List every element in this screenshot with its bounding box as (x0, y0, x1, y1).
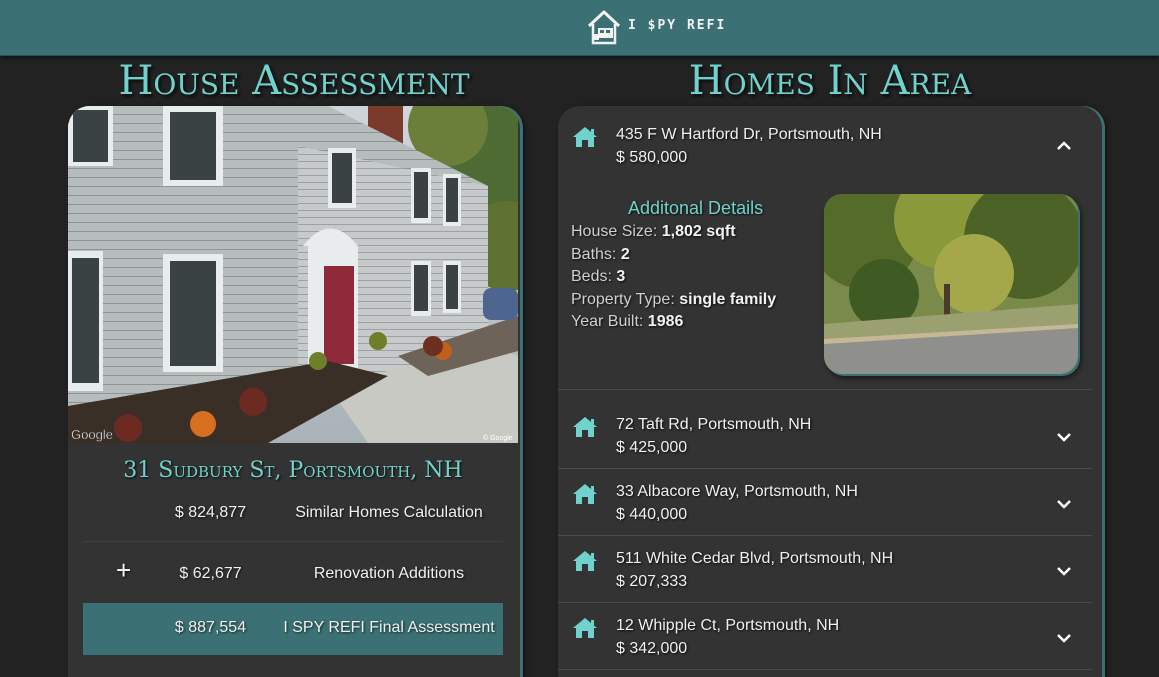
detail-year-built: Year Built: 1986 (571, 313, 684, 330)
home-icon (573, 551, 597, 571)
homes-in-area-card: 435 F W Hartford Dr, Portsmouth, NH $ 58… (558, 106, 1102, 677)
home-street-photo (824, 194, 1078, 374)
top-navbar: I $PY REFI (0, 0, 1159, 56)
final-assessment-amount: $ 887,554 (174, 619, 247, 636)
google-copyright: © Google (483, 434, 513, 442)
renovation-label: Renovation Additions (313, 565, 465, 582)
plus-icon: + (116, 555, 132, 585)
renovation-amount: $ 62,677 (179, 565, 242, 582)
divider (558, 389, 1092, 390)
additional-details-heading: Additonal Details (628, 198, 764, 218)
chevron-up-icon[interactable] (1055, 140, 1073, 152)
similar-homes-amount: $ 824,877 (174, 504, 247, 521)
home-accordion-item[interactable]: 12 Whipple Ct, Portsmouth, NH $ 342,000 (558, 603, 1092, 670)
home-icon (573, 618, 597, 638)
home-accordion-item[interactable]: 511 White Cedar Blvd, Portsmouth, NH $ 2… (558, 536, 1092, 603)
house-street-view-photo: Google © Google (68, 106, 518, 443)
final-assessment-row: $ 887,554 I SPY REFI Final Assessment (83, 603, 503, 655)
home-price: $ 440,000 (616, 506, 688, 523)
chevron-down-icon[interactable] (1055, 498, 1073, 510)
final-assessment-label: I SPY REFI Final Assessment (283, 619, 495, 636)
home-address: 435 F W Hartford Dr, Portsmouth, NH (616, 126, 882, 143)
detail-property-type: Property Type: single family (571, 291, 777, 308)
home-address: 33 Albacore Way, Portsmouth, NH (616, 483, 858, 500)
home-address: 12 Whipple Ct, Portsmouth, NH (616, 617, 840, 634)
brand-name: I $PY REFI (628, 18, 727, 33)
home-price: $ 580,000 (616, 149, 688, 166)
house-assessment-heading: House Assessment (118, 58, 470, 104)
home-address: 72 Taft Rd, Portsmouth, NH (616, 416, 812, 433)
home-accordion-header[interactable]: 435 F W Hartford Dr, Portsmouth, NH $ 58… (558, 106, 1092, 176)
chevron-down-icon[interactable] (1055, 632, 1073, 644)
google-attribution: Google (71, 427, 113, 442)
chevron-down-icon[interactable] (1055, 565, 1073, 577)
detail-baths: Baths: 2 (571, 246, 630, 263)
detail-beds: Beds: 3 (571, 268, 626, 285)
home-price: $ 207,333 (616, 573, 688, 590)
similar-homes-label: Similar Homes Calculation (295, 504, 483, 521)
similar-homes-row: $ 824,877 Similar Homes Calculation (83, 486, 503, 542)
home-price: $ 342,000 (616, 640, 688, 657)
renovation-row: + $ 62,677 Renovation Additions (83, 544, 503, 602)
home-accordion-item[interactable]: 72 Taft Rd, Portsmouth, NH $ 425,000 (558, 402, 1092, 469)
assessed-address: 31 Sudbury St, Portsmouth, NH (123, 458, 463, 483)
home-accordion-item[interactable]: 33 Albacore Way, Portsmouth, NH $ 440,00… (558, 469, 1092, 536)
home-icon (573, 417, 597, 437)
home-price: $ 425,000 (616, 439, 688, 456)
home-icon (573, 484, 597, 504)
detail-house-size: House Size: 1,802 sqft (571, 223, 736, 240)
home-icon (573, 127, 597, 147)
divider (558, 669, 1092, 670)
chevron-down-icon[interactable] (1055, 431, 1073, 443)
house-assessment-card: Google © Google 31 Sudbury St, Portsmout… (68, 106, 520, 677)
house-with-cart-icon[interactable] (586, 8, 622, 46)
home-address: 511 White Cedar Blvd, Portsmouth, NH (616, 550, 894, 567)
homes-in-area-heading: Homes In Area (688, 58, 972, 104)
home-accordion-expanded: 435 F W Hartford Dr, Portsmouth, NH $ 58… (558, 106, 1092, 389)
